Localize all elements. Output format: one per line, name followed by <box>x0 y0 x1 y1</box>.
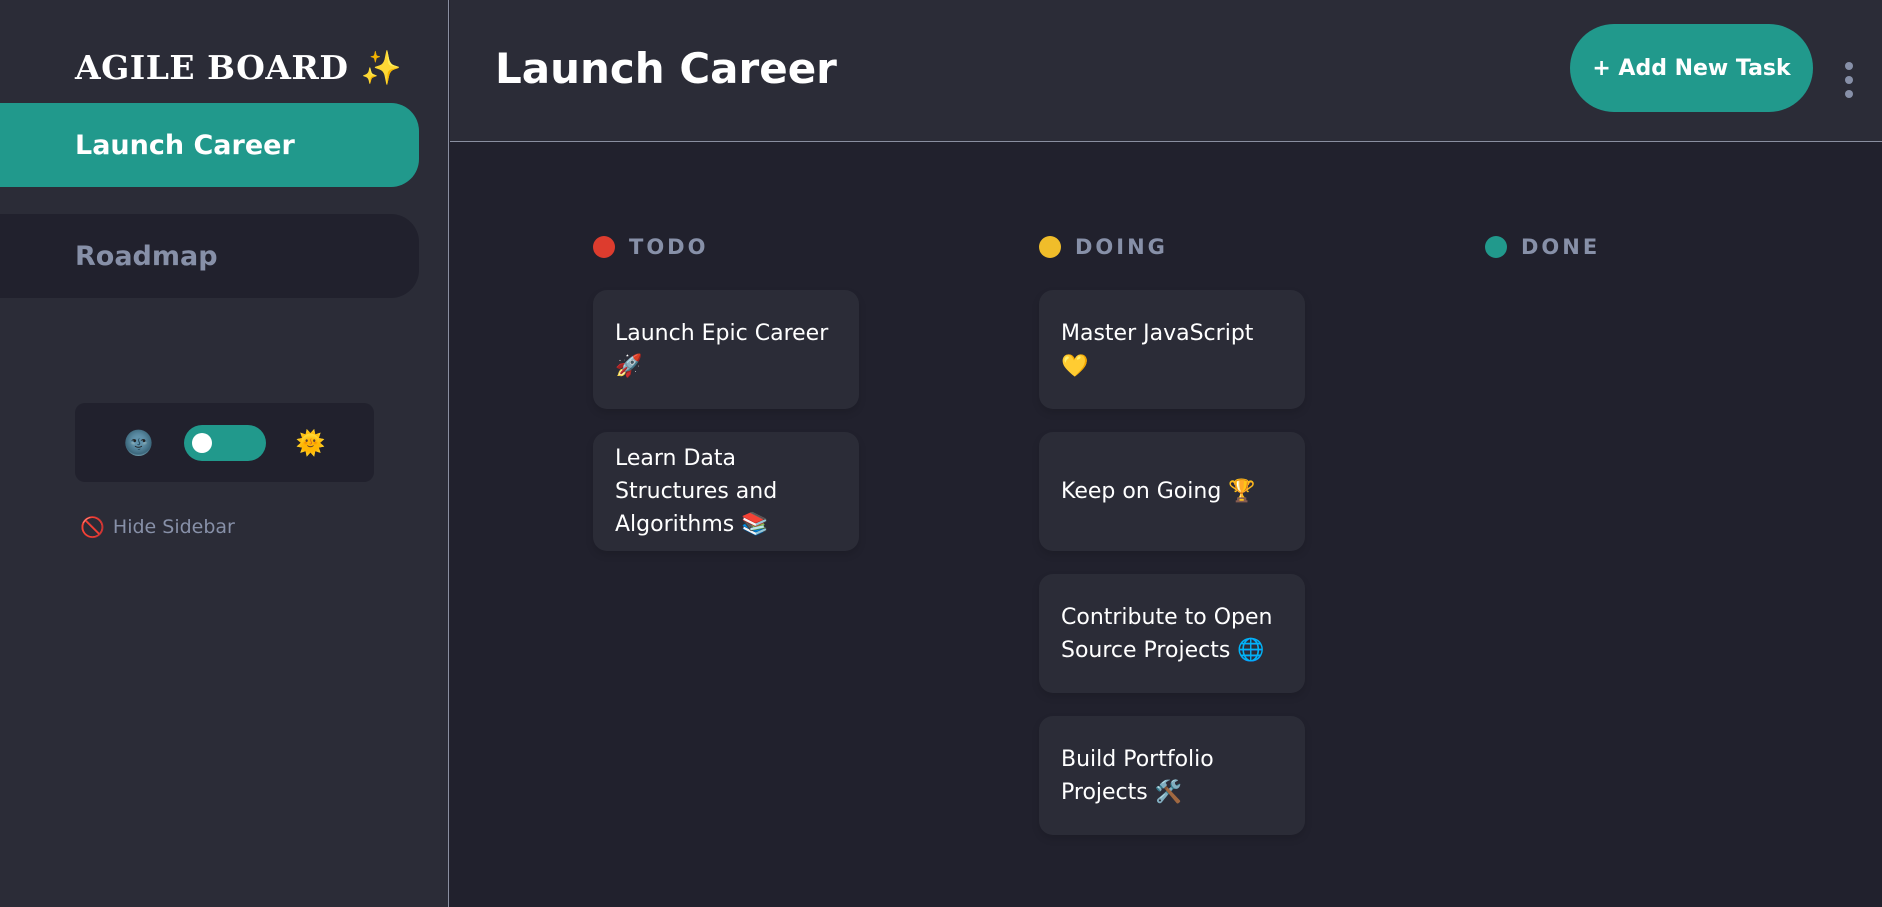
column-doing: DOING Master JavaScript 💛 Keep on Going … <box>1039 234 1307 835</box>
column-title: TODO <box>629 235 709 259</box>
task-title: Contribute to Open Source Projects 🌐 <box>1061 604 1273 663</box>
task-card[interactable]: Contribute to Open Source Projects 🌐 <box>1039 574 1305 693</box>
brand-logo: AGILE BOARD ✨ <box>75 48 403 87</box>
task-card[interactable]: Build Portfolio Projects 🛠️ <box>1039 716 1305 835</box>
column-title: DONE <box>1521 235 1601 259</box>
menu-dot <box>1845 76 1853 84</box>
task-title: Keep on Going 🏆 <box>1061 479 1256 504</box>
task-title: Master JavaScript 💛 <box>1061 320 1254 379</box>
menu-dot <box>1845 90 1853 98</box>
column-title: DOING <box>1075 235 1168 259</box>
task-card[interactable]: Keep on Going 🏆 <box>1039 432 1305 551</box>
sidebar-item-label: Launch Career <box>75 129 295 161</box>
status-dot-done <box>1485 236 1507 258</box>
no-entry-icon: 🚫 <box>80 515 105 539</box>
more-options-icon[interactable] <box>1839 58 1859 102</box>
header: Launch Career + Add New Task <box>450 0 1882 142</box>
moon-icon: 🌚 <box>123 428 154 457</box>
card-list: Master JavaScript 💛 Keep on Going 🏆 Cont… <box>1039 290 1307 835</box>
task-title: Learn Data Structures and Algorithms 📚 <box>615 446 778 537</box>
app-root: AGILE BOARD ✨ Launch Career Roadmap 🌚 🌞 … <box>0 0 1882 907</box>
column-header: DONE <box>1485 234 1753 260</box>
column-header: TODO <box>593 234 861 260</box>
status-dot-todo <box>593 236 615 258</box>
hide-sidebar-button[interactable]: 🚫 Hide Sidebar <box>80 515 235 539</box>
add-new-task-button[interactable]: + Add New Task <box>1570 24 1813 112</box>
task-card[interactable]: Launch Epic Career 🚀 <box>593 290 859 409</box>
sidebar: AGILE BOARD ✨ Launch Career Roadmap 🌚 🌞 … <box>0 0 449 907</box>
task-card[interactable]: Learn Data Structures and Algorithms 📚 <box>593 432 859 551</box>
hide-sidebar-label: Hide Sidebar <box>112 516 235 538</box>
sun-icon: 🌞 <box>295 428 326 457</box>
toggle-knob <box>191 432 212 453</box>
page-title: Launch Career <box>495 44 837 93</box>
menu-dot <box>1845 62 1853 70</box>
sidebar-item-roadmap[interactable]: Roadmap <box>0 214 419 298</box>
sidebar-item-launch-career[interactable]: Launch Career <box>0 103 419 187</box>
task-card[interactable]: Master JavaScript 💛 <box>1039 290 1305 409</box>
theme-toggle[interactable] <box>183 424 266 461</box>
column-todo: TODO Launch Epic Career 🚀 Learn Data Str… <box>593 234 861 551</box>
column-header: DOING <box>1039 234 1307 260</box>
sidebar-item-label: Roadmap <box>75 240 218 272</box>
column-done: DONE <box>1485 234 1753 290</box>
theme-switcher: 🌚 🌞 <box>75 403 374 482</box>
task-title: Build Portfolio Projects 🛠️ <box>1061 746 1214 805</box>
status-dot-doing <box>1039 236 1061 258</box>
card-list: Launch Epic Career 🚀 Learn Data Structur… <box>593 290 861 551</box>
task-title: Launch Epic Career 🚀 <box>615 320 829 379</box>
